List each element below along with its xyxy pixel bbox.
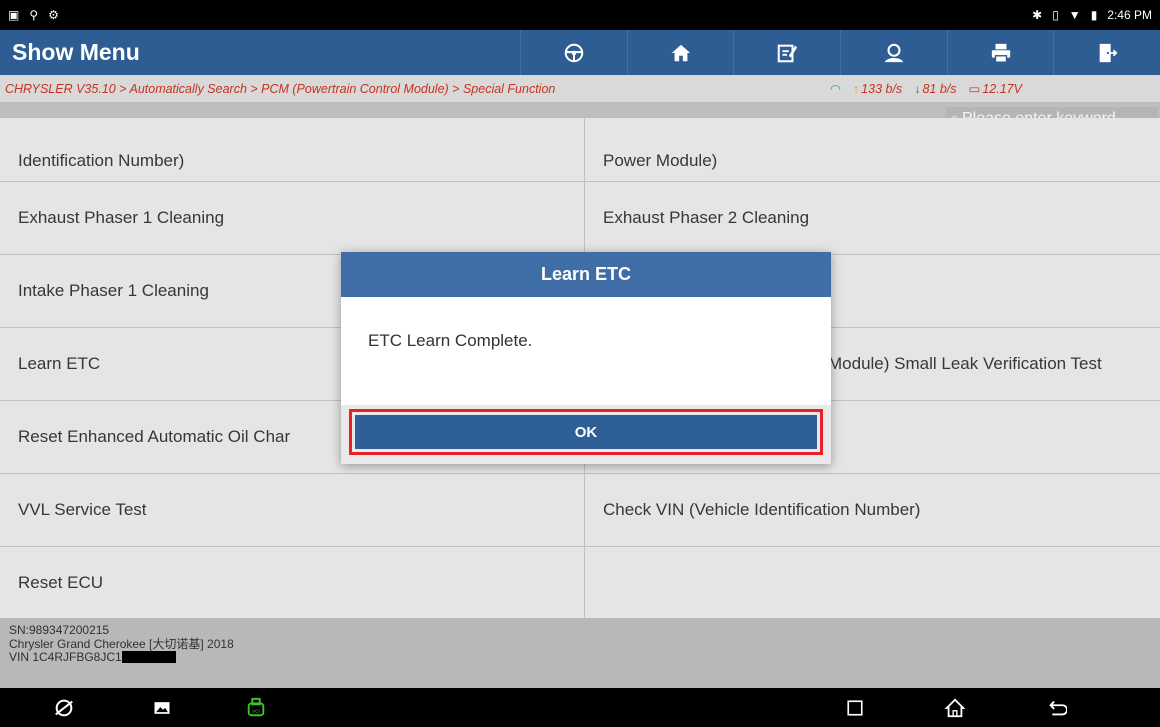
print-icon: [991, 43, 1010, 63]
upload-rate: 133 b/s: [861, 81, 903, 96]
report-button[interactable]: [733, 30, 840, 75]
recents-icon[interactable]: [843, 696, 867, 720]
clock: 2:46 PM: [1107, 8, 1152, 22]
steering-wheel-button[interactable]: [520, 30, 627, 75]
breadcrumb-bar: CHRYSLER V35.10 > Automatically Search >…: [0, 75, 1160, 102]
print-button[interactable]: [946, 30, 1054, 75]
settings-status-icon: ⚙: [48, 8, 59, 22]
user-icon: [884, 43, 904, 62]
home-button[interactable]: [626, 30, 734, 75]
vci-icon[interactable]: VCI: [244, 696, 268, 720]
breadcrumb: CHRYSLER V35.10 > Automatically Search >…: [5, 81, 556, 96]
back-icon[interactable]: [1044, 696, 1068, 720]
ok-button[interactable]: OK: [355, 415, 817, 449]
exit-icon: [1099, 43, 1118, 62]
status-bar: ▣ ⚲ ⚙ ✱ ▯ ▼ ▮ 2:46 PM: [0, 0, 1160, 30]
app-header: Show Menu: [0, 30, 1160, 75]
steering-wheel-icon: [564, 43, 584, 62]
dialog-footer: OK: [341, 405, 831, 464]
connection-status: ◠ ↑ 133 b/s ↓ 81 b/s ▭ 12.17V: [830, 81, 1022, 97]
learn-etc-dialog: Learn ETC ETC Learn Complete. OK: [341, 252, 831, 464]
download-rate: 81 b/s: [922, 81, 957, 96]
usb-icon: ⚲: [29, 8, 39, 22]
wifi-signal-icon: ◠: [830, 82, 841, 96]
toolbar: [520, 30, 1160, 75]
report-icon: [777, 44, 798, 62]
bluetooth-icon: ✱: [1032, 8, 1043, 22]
wifi-icon: ▼: [1068, 8, 1081, 22]
home-nav-icon[interactable]: [943, 696, 967, 720]
upload-arrow-icon: ↑: [852, 81, 860, 96]
home-icon: [671, 44, 690, 61]
car-battery-icon: ▭: [968, 82, 981, 96]
vibrate-icon: ▯: [1052, 8, 1059, 22]
svg-text:VCI: VCI: [252, 709, 260, 714]
nav-bar: VCI: [0, 688, 1160, 727]
browser-icon[interactable]: [52, 696, 76, 720]
notification-icon: ▣: [8, 8, 20, 22]
dialog-title: Learn ETC: [341, 252, 831, 297]
exit-button[interactable]: [1053, 30, 1160, 75]
user-button[interactable]: [840, 30, 947, 75]
gallery-icon[interactable]: [150, 696, 174, 720]
battery-icon: ▮: [1090, 8, 1098, 22]
ok-button-highlight: OK: [349, 409, 823, 455]
page-title: Show Menu: [12, 39, 140, 65]
voltage-value: 12.17V: [982, 81, 1022, 96]
dialog-message: ETC Learn Complete.: [368, 331, 533, 350]
download-arrow-icon: ↓: [914, 81, 921, 96]
